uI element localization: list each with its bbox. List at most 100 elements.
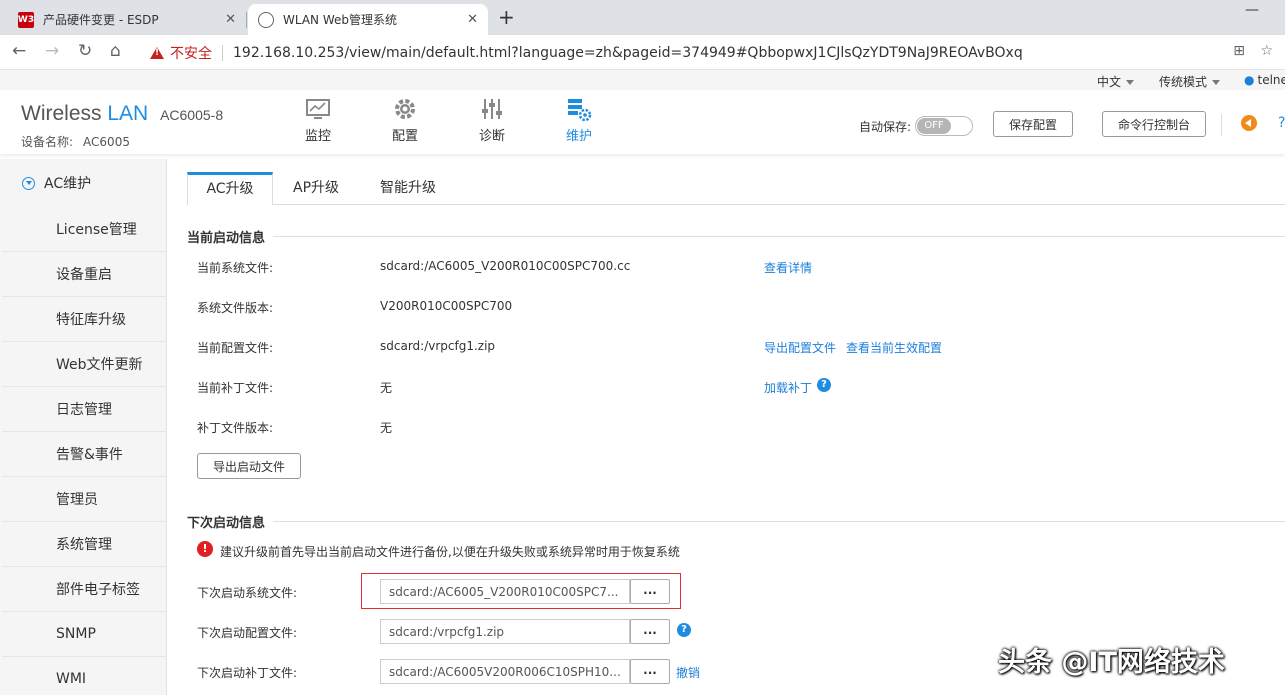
sidebar-item-license[interactable]: License管理 bbox=[2, 207, 167, 252]
sidebar-item-log[interactable]: 日志管理 bbox=[2, 387, 167, 432]
caret-down-icon bbox=[1126, 80, 1135, 85]
language-select[interactable]: 中文 bbox=[1097, 73, 1135, 90]
view-details-link[interactable]: 查看详情 bbox=[764, 259, 812, 276]
address-divider bbox=[222, 44, 223, 61]
back-arrow-icon[interactable]: ← bbox=[12, 41, 26, 61]
sidebar-item-signature-upgrade[interactable]: 特征库升级 bbox=[2, 297, 167, 342]
home-icon[interactable]: ⌂ bbox=[110, 41, 121, 61]
sidebar-item-admin[interactable]: 管理员 bbox=[2, 477, 167, 522]
menu-config[interactable]: 配置 bbox=[380, 96, 430, 144]
bookmark-star-icon[interactable]: ☆ bbox=[1260, 43, 1273, 59]
browser-toolbar: ← → ↻ ⌂ 不安全 192.168.10.253/view/main/def… bbox=[0, 35, 1285, 70]
help-icon[interactable]: ? bbox=[1278, 115, 1285, 131]
browse-system-file-button[interactable]: ... bbox=[630, 579, 670, 604]
sidebar-item-web-file-update[interactable]: Web文件更新 bbox=[2, 342, 167, 387]
app-top-strip: 中文 传统模式 ● telne bbox=[0, 70, 1285, 90]
device-model: AC6005-8 bbox=[160, 107, 224, 123]
sidebar-item-wmi[interactable]: WMI bbox=[2, 657, 167, 695]
close-tab-icon[interactable]: ✕ bbox=[225, 12, 236, 27]
next-config-file-label: 下次启动配置文件: bbox=[197, 626, 298, 640]
w3-favicon-icon: W3 bbox=[18, 11, 34, 28]
current-system-file-value: sdcard:/AC6005_V200R010C00SPC700.cc bbox=[380, 259, 631, 273]
monitor-icon bbox=[306, 99, 330, 119]
export-config-link[interactable]: 导出配置文件 bbox=[764, 339, 836, 356]
patch-file-version-label: 补丁文件版本: bbox=[197, 421, 274, 435]
globe-icon bbox=[258, 11, 274, 28]
view-effective-config-link[interactable]: 查看当前生效配置 bbox=[846, 339, 942, 356]
autosave-toggle[interactable]: OFF bbox=[915, 116, 973, 136]
close-tab-icon[interactable]: ✕ bbox=[467, 12, 478, 27]
sidebar-item-elabel[interactable]: 部件电子标签 bbox=[2, 567, 167, 612]
sidebar-list: License管理 设备重启 特征库升级 Web文件更新 日志管理 告警&事件 … bbox=[0, 207, 167, 695]
sidebar-item-alarm[interactable]: 告警&事件 bbox=[2, 432, 167, 477]
new-tab-button[interactable]: + bbox=[498, 5, 515, 29]
forward-arrow-icon[interactable]: → bbox=[45, 41, 59, 61]
warning-triangle-icon bbox=[150, 46, 164, 59]
help-question-icon[interactable]: ? bbox=[677, 623, 691, 637]
sidebar-item-system[interactable]: 系统管理 bbox=[2, 522, 167, 567]
cli-console-button[interactable]: 命令行控制台 bbox=[1102, 111, 1206, 137]
browse-patch-file-button[interactable]: ... bbox=[630, 659, 670, 684]
section-divider bbox=[273, 236, 1285, 237]
menu-diagnose[interactable]: 诊断 bbox=[467, 96, 517, 144]
browser-tab-bar: W3 产品硬件变更 - ESDP ✕ WLAN Web管理系统 ✕ + — bbox=[0, 0, 1285, 35]
security-status[interactable]: 不安全 bbox=[170, 43, 212, 63]
user-icon: ● bbox=[1244, 73, 1255, 87]
device-name: AC6005 bbox=[83, 135, 130, 149]
minimize-button[interactable]: — bbox=[1245, 2, 1259, 18]
user-menu[interactable]: ● telne bbox=[1244, 73, 1285, 87]
browser-tab-title: WLAN Web管理系统 bbox=[283, 13, 397, 27]
caret-down-icon bbox=[1212, 80, 1221, 85]
gear-icon bbox=[395, 99, 415, 119]
sidebar-item-snmp[interactable]: SNMP bbox=[2, 612, 167, 657]
browser-tab-wlan[interactable]: WLAN Web管理系统 ✕ bbox=[248, 4, 488, 35]
toggle-knob: OFF bbox=[917, 118, 951, 134]
autosave-label: 自动保存: bbox=[859, 120, 912, 134]
current-system-file-label: 当前系统文件: bbox=[197, 261, 274, 275]
menu-maintenance[interactable]: 维护 bbox=[554, 96, 604, 144]
current-config-file-label: 当前配置文件: bbox=[197, 341, 274, 355]
current-patch-file-label: 当前补丁文件: bbox=[197, 381, 274, 395]
help-question-icon[interactable]: ? bbox=[817, 378, 831, 392]
translate-icon[interactable]: ⊞ bbox=[1233, 43, 1245, 59]
cancel-patch-link[interactable]: 撤销 bbox=[676, 664, 700, 681]
current-boot-title: 当前启动信息 bbox=[187, 231, 266, 246]
load-patch-link[interactable]: 加载补丁 bbox=[764, 379, 812, 396]
url-text[interactable]: 192.168.10.253/view/main/default.html?la… bbox=[233, 45, 1023, 61]
warning-alert-icon: ! bbox=[197, 541, 213, 557]
next-patch-file-input[interactable]: sdcard:/AC6005V200R006C10SPH10... bbox=[380, 659, 630, 684]
backup-warning-text: 建议升级前首先导出当前启动文件进行备份,以便在升级失败或系统异常时用于恢复系统 bbox=[220, 545, 680, 559]
next-system-file-label: 下次启动系统文件: bbox=[197, 586, 298, 600]
sliders-icon bbox=[482, 99, 502, 119]
next-config-file-input[interactable]: sdcard:/vrpcfg1.zip bbox=[380, 619, 630, 644]
system-file-version-value: V200R010C00SPC700 bbox=[380, 299, 513, 313]
mode-select[interactable]: 传统模式 bbox=[1159, 73, 1221, 90]
current-patch-file-value: 无 bbox=[380, 381, 393, 395]
tab-divider bbox=[246, 12, 247, 28]
section-divider bbox=[273, 521, 1285, 522]
announcement-speaker-icon[interactable] bbox=[1241, 115, 1257, 131]
reload-icon[interactable]: ↻ bbox=[78, 41, 92, 61]
tab-ac-upgrade[interactable]: AC升级 bbox=[187, 172, 273, 205]
watermark: 头条 @IT网络技术 bbox=[998, 647, 1225, 678]
sidebar-item-reboot[interactable]: 设备重启 bbox=[2, 252, 167, 297]
device-name-line: 设备名称: AC6005 bbox=[21, 135, 130, 149]
next-boot-title: 下次启动信息 bbox=[187, 516, 266, 531]
app-header: Wireless LAN AC6005-8 设备名称: AC6005 监控 配置 … bbox=[0, 90, 1285, 154]
tab-ap-upgrade[interactable]: AP升级 bbox=[293, 172, 339, 205]
patch-file-version-value: 无 bbox=[380, 421, 393, 435]
browser-tab-title: 产品硬件变更 - ESDP bbox=[43, 13, 159, 27]
browse-config-file-button[interactable]: ... bbox=[630, 619, 670, 644]
tab-smart-upgrade[interactable]: 智能升级 bbox=[380, 172, 436, 205]
export-boot-file-button[interactable]: 导出启动文件 bbox=[197, 453, 301, 479]
tabs-underline bbox=[273, 204, 1285, 205]
browser-tab-esdp[interactable]: W3 产品硬件变更 - ESDP ✕ bbox=[8, 4, 246, 35]
menu-monitor[interactable]: 监控 bbox=[293, 96, 343, 144]
sidebar-section-ac-maintenance[interactable]: AC维护 bbox=[0, 159, 167, 207]
maintenance-icon bbox=[568, 99, 592, 122]
save-config-button[interactable]: 保存配置 bbox=[993, 111, 1073, 137]
header-divider bbox=[1221, 114, 1222, 136]
address-bar[interactable]: 不安全 192.168.10.253/view/main/default.htm… bbox=[140, 38, 1225, 67]
next-system-file-input[interactable]: sdcard:/AC6005_V200R010C00SPC7... bbox=[380, 579, 630, 604]
next-patch-file-label: 下次启动补丁文件: bbox=[197, 666, 298, 680]
